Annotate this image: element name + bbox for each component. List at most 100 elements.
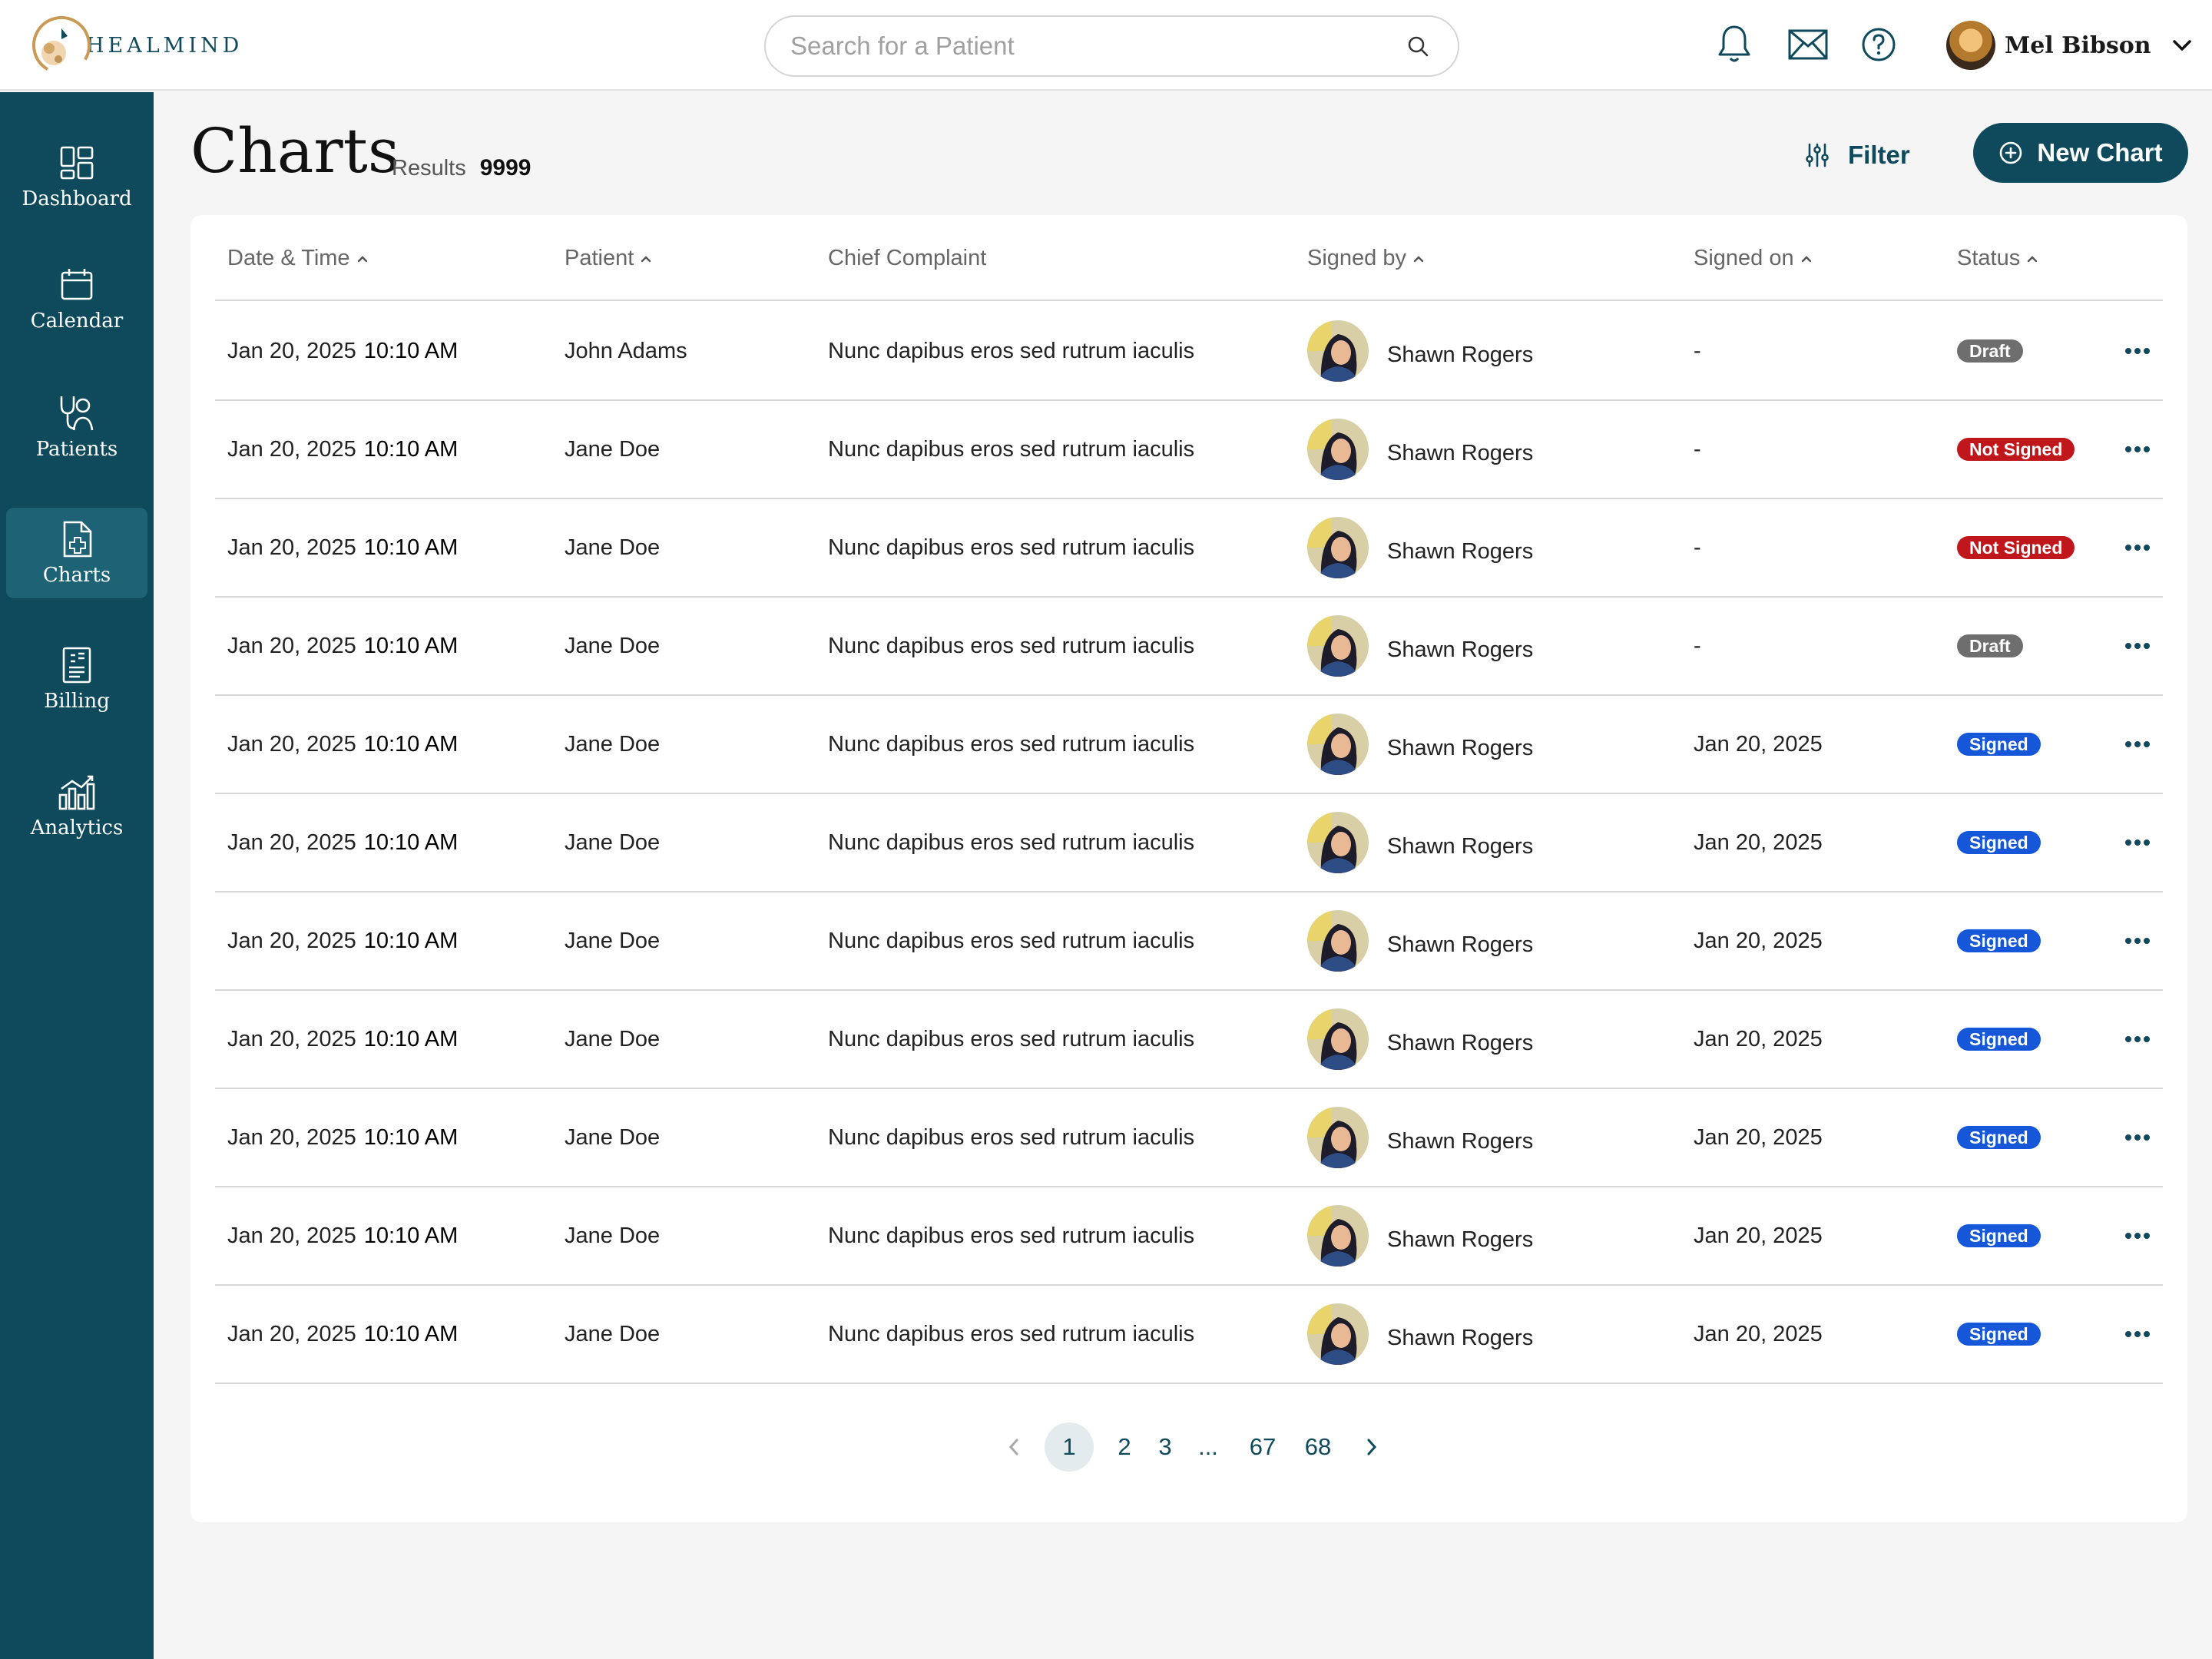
patient-name[interactable]: Jane Doe: [565, 499, 660, 596]
chief-complaint: Nunc dapibus eros sed rutrum iaculis: [828, 436, 1195, 462]
column-header-signed-by[interactable]: Signed by: [1307, 246, 1426, 271]
table-row[interactable]: Jan 20, 2025 10:10 AM Jane Doe Nunc dapib…: [215, 499, 2163, 598]
charts-table: Date & Time Patient Chief Complaint Sign…: [190, 215, 2187, 1522]
analytics-icon: [57, 772, 97, 812]
more-options-icon[interactable]: [2120, 1120, 2155, 1155]
signed-on: Jan 20, 2025: [1694, 731, 1823, 757]
signer-name: Shawn Rogers: [1387, 735, 1534, 760]
new-chart-button[interactable]: New Chart: [1973, 123, 2188, 183]
patient-name[interactable]: Jane Doe: [565, 794, 660, 891]
time-text: 10:10 AM: [363, 338, 459, 363]
page-button-3[interactable]: 3: [1150, 1422, 1181, 1472]
chief-complaint: Nunc dapibus eros sed rutrum iaculis: [828, 1321, 1195, 1346]
patient-name[interactable]: Jane Doe: [565, 991, 660, 1088]
status-badge: Signed: [1957, 929, 2041, 952]
sidebar-item-billing[interactable]: Billing: [6, 634, 147, 724]
sidebar-item-label: Patients: [35, 438, 118, 461]
filter-icon: [1805, 141, 1833, 169]
time-text: 10:10 AM: [363, 928, 459, 953]
sidebar-item-patients[interactable]: Patients: [6, 382, 147, 472]
table-row[interactable]: Jan 20, 2025 10:10 AM Jane Doe Nunc dapib…: [215, 991, 2163, 1089]
search-input[interactable]: [790, 31, 1402, 61]
time-text: 10:10 AM: [363, 830, 459, 855]
sidebar-item-calendar[interactable]: Calendar: [6, 253, 147, 344]
more-options-icon[interactable]: [2120, 333, 2155, 369]
status-badge: Signed: [1957, 1224, 2041, 1247]
sidebar-item-dashboard[interactable]: Dashboard: [6, 131, 147, 222]
date-time-cell: Jan 20, 2025 10:10 AM: [227, 794, 458, 891]
results-value: 9999: [479, 155, 531, 180]
signer-name: Shawn Rogers: [1387, 1325, 1534, 1350]
signed-by-cell: Shawn Rogers: [1307, 1286, 1533, 1382]
patient-name[interactable]: Jane Doe: [565, 1286, 660, 1382]
column-header-patient[interactable]: Patient: [565, 246, 654, 271]
status-cell: Not Signed: [1957, 401, 2075, 498]
chevron-down-icon[interactable]: [2171, 34, 2194, 57]
signed-by-cell: Shawn Rogers: [1307, 598, 1533, 694]
prev-page-icon[interactable]: [998, 1422, 1029, 1472]
date-text: Jan 20, 2025: [227, 535, 356, 560]
signed-by-cell: Shawn Rogers: [1307, 794, 1533, 891]
next-page-icon[interactable]: [1356, 1422, 1387, 1472]
filter-button[interactable]: Filter: [1805, 131, 1910, 180]
signed-on: Jan 20, 2025: [1694, 1321, 1823, 1346]
signed-on: Jan 20, 2025: [1694, 1223, 1823, 1248]
status-cell: Signed: [1957, 794, 2041, 891]
more-options-icon[interactable]: [2120, 628, 2155, 664]
status-badge: Draft: [1957, 339, 2023, 363]
page-button-2[interactable]: 2: [1109, 1422, 1140, 1472]
column-header-status[interactable]: Status: [1957, 246, 2040, 271]
more-options-icon[interactable]: [2120, 1316, 2155, 1352]
patient-name[interactable]: Jane Doe: [565, 1187, 660, 1284]
signer-name: Shawn Rogers: [1387, 833, 1534, 859]
signer-name: Shawn Rogers: [1387, 637, 1534, 662]
page-button-1[interactable]: 1: [1045, 1422, 1094, 1472]
more-options-icon[interactable]: [2120, 727, 2155, 762]
table-row[interactable]: Jan 20, 2025 10:10 AM Jane Doe Nunc dapib…: [215, 1089, 2163, 1187]
more-options-icon[interactable]: [2120, 432, 2155, 467]
sort-up-icon: [1800, 252, 1814, 266]
results-label: Results: [392, 156, 466, 180]
status-cell: Signed: [1957, 991, 2041, 1088]
table-row[interactable]: Jan 20, 2025 10:10 AM Jane Doe Nunc dapib…: [215, 696, 2163, 794]
table-row[interactable]: Jan 20, 2025 10:10 AM John Adams Nunc dap…: [215, 303, 2163, 401]
patient-search[interactable]: [764, 15, 1459, 77]
more-options-icon[interactable]: [2120, 1022, 2155, 1057]
patient-name[interactable]: Jane Doe: [565, 401, 660, 498]
table-row[interactable]: Jan 20, 2025 10:10 AM Jane Doe Nunc dapib…: [215, 1286, 2163, 1384]
table-row[interactable]: Jan 20, 2025 10:10 AM Jane Doe Nunc dapib…: [215, 892, 2163, 991]
page-button-68[interactable]: 68: [1299, 1422, 1337, 1472]
help-icon[interactable]: [1857, 23, 1900, 66]
chief-complaint: Nunc dapibus eros sed rutrum iaculis: [828, 1223, 1195, 1248]
mail-icon[interactable]: [1786, 23, 1830, 66]
sidebar-item-charts[interactable]: Charts: [6, 508, 147, 598]
user-menu[interactable]: Mel Bibson: [1946, 20, 2194, 71]
patient-name[interactable]: Jane Doe: [565, 696, 660, 793]
chief-complaint: Nunc dapibus eros sed rutrum iaculis: [828, 1124, 1195, 1150]
chief-complaint: Nunc dapibus eros sed rutrum iaculis: [828, 830, 1195, 855]
table-row[interactable]: Jan 20, 2025 10:10 AM Jane Doe Nunc dapib…: [215, 794, 2163, 892]
patient-name[interactable]: Jane Doe: [565, 598, 660, 694]
sidebar-item-analytics[interactable]: Analytics: [6, 760, 147, 851]
filter-label: Filter: [1848, 141, 1910, 169]
table-row[interactable]: Jan 20, 2025 10:10 AM Jane Doe Nunc dapib…: [215, 1187, 2163, 1286]
sidebar-item-label: Analytics: [30, 816, 124, 839]
column-header-signed-on[interactable]: Signed on: [1694, 246, 1814, 271]
more-options-icon[interactable]: [2120, 923, 2155, 959]
date-time-cell: Jan 20, 2025 10:10 AM: [227, 499, 458, 596]
signed-by-cell: Shawn Rogers: [1307, 1187, 1533, 1284]
patient-name[interactable]: Jane Doe: [565, 1089, 660, 1186]
column-header-date-time[interactable]: Date & Time: [227, 246, 370, 271]
page-button-67[interactable]: 67: [1243, 1422, 1282, 1472]
patient-name[interactable]: Jane Doe: [565, 892, 660, 989]
table-row[interactable]: Jan 20, 2025 10:10 AM Jane Doe Nunc dapib…: [215, 401, 2163, 499]
search-icon[interactable]: [1402, 31, 1433, 61]
table-row[interactable]: Jan 20, 2025 10:10 AM Jane Doe Nunc dapib…: [215, 598, 2163, 696]
more-options-icon[interactable]: [2120, 825, 2155, 860]
patient-name[interactable]: John Adams: [565, 303, 687, 399]
bell-icon[interactable]: [1713, 23, 1756, 66]
logo[interactable]: HEALMIND: [31, 12, 243, 78]
more-options-icon[interactable]: [2120, 1218, 2155, 1253]
signed-on: -: [1694, 633, 1701, 658]
more-options-icon[interactable]: [2120, 530, 2155, 565]
